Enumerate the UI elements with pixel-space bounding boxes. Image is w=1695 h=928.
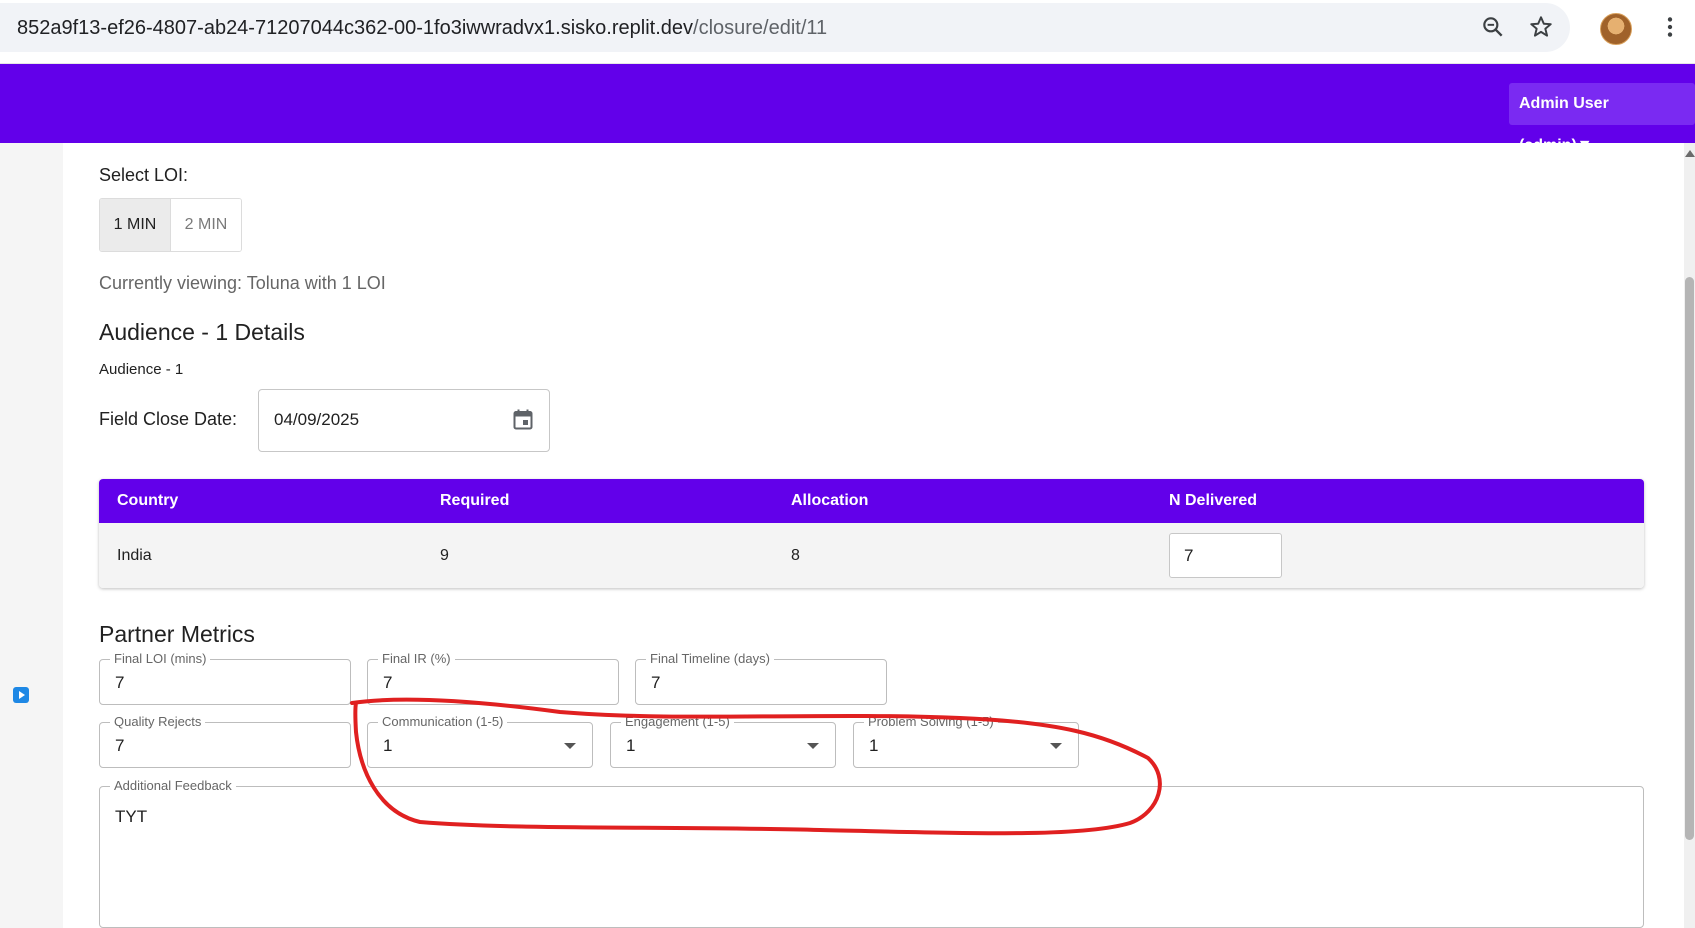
scroll-up-arrow-icon[interactable] bbox=[1685, 150, 1695, 157]
loi-option-1min[interactable]: 1 MIN bbox=[100, 199, 170, 251]
final-timeline-label: Final Timeline (days) bbox=[646, 651, 774, 667]
chevron-down-icon bbox=[564, 743, 576, 749]
engagement-select[interactable]: Engagement (1-5) 1 bbox=[610, 714, 836, 768]
zoom-icon[interactable] bbox=[1480, 14, 1506, 40]
additional-feedback-label: Additional Feedback bbox=[110, 778, 236, 794]
final-loi-label: Final LOI (mins) bbox=[110, 651, 211, 667]
viewing-status: Currently viewing: Toluna with 1 LOI bbox=[99, 273, 386, 293]
final-ir-field[interactable]: Final IR (%) 7 bbox=[367, 651, 619, 705]
select-loi-label: Select LOI: bbox=[99, 165, 189, 185]
star-icon[interactable] bbox=[1528, 14, 1554, 40]
col-n-delivered: N Delivered bbox=[1169, 492, 1258, 509]
col-allocation: Allocation bbox=[791, 492, 869, 509]
calendar-icon[interactable] bbox=[513, 409, 533, 430]
problem-solving-label: Problem Solving (1-5) bbox=[864, 714, 998, 730]
col-required: Required bbox=[440, 492, 510, 509]
audience-heading: Audience - 1 Details bbox=[99, 319, 305, 345]
final-timeline-field[interactable]: Final Timeline (days) 7 bbox=[635, 651, 887, 705]
menu-kebab-icon[interactable] bbox=[1657, 14, 1683, 40]
field-close-date-value: 04/09/2025 bbox=[274, 410, 360, 429]
table-header: Country Required Allocation N Delivered bbox=[99, 479, 1644, 523]
quality-rejects-value: 7 bbox=[115, 736, 125, 755]
col-country: Country bbox=[117, 492, 179, 509]
chevron-down-icon bbox=[1050, 743, 1062, 749]
additional-feedback-value: TYT bbox=[115, 807, 148, 826]
cell-country: India bbox=[117, 547, 152, 564]
cell-allocation: 8 bbox=[791, 547, 800, 564]
audience-subtitle: Audience - 1 bbox=[99, 361, 184, 378]
additional-feedback-textarea[interactable]: Additional Feedback TYT bbox=[99, 778, 1644, 928]
loi-toggle-group: 1 MIN 2 MIN bbox=[99, 198, 242, 252]
user-menu-button[interactable]: Admin User (admin)▼ bbox=[1509, 83, 1695, 154]
problem-solving-select[interactable]: Problem Solving (1-5) 1 bbox=[853, 714, 1079, 768]
loi-option-2min[interactable]: 2 MIN bbox=[170, 199, 241, 251]
final-loi-field[interactable]: Final LOI (mins) 7 bbox=[99, 651, 351, 705]
final-timeline-value: 7 bbox=[651, 673, 661, 692]
play-icon[interactable] bbox=[13, 687, 29, 703]
left-sidebar bbox=[0, 143, 63, 928]
final-ir-value: 7 bbox=[383, 673, 393, 692]
field-close-date-input[interactable]: 04/09/2025 bbox=[258, 389, 550, 452]
communication-value: 1 bbox=[383, 736, 393, 755]
chevron-down-icon bbox=[807, 743, 819, 749]
final-loi-value: 7 bbox=[115, 673, 125, 692]
quality-rejects-label: Quality Rejects bbox=[110, 714, 206, 730]
avatar[interactable] bbox=[1600, 13, 1632, 45]
quality-rejects-field[interactable]: Quality Rejects 7 bbox=[99, 714, 351, 768]
table-row: India 9 8 7 bbox=[99, 523, 1644, 588]
problem-solving-value: 1 bbox=[869, 736, 879, 755]
communication-select[interactable]: Communication (1-5) 1 bbox=[367, 714, 593, 768]
n-delivered-value: 7 bbox=[1184, 546, 1194, 565]
url-text: 852a9f13-ef26-4807-ab24-71207044c362-00-… bbox=[17, 17, 828, 39]
delivery-table: Country Required Allocation N Delivered … bbox=[99, 479, 1644, 588]
n-delivered-input[interactable]: 7 bbox=[1169, 533, 1282, 578]
communication-label: Communication (1-5) bbox=[378, 714, 508, 730]
engagement-value: 1 bbox=[626, 736, 636, 755]
app-header: Admin User (admin)▼ bbox=[0, 64, 1695, 154]
field-close-date-label: Field Close Date: bbox=[99, 409, 238, 429]
final-ir-label: Final IR (%) bbox=[378, 651, 455, 667]
browser-toolbar: 852a9f13-ef26-4807-ab24-71207044c362-00-… bbox=[0, 0, 1695, 64]
cell-required: 9 bbox=[440, 547, 449, 564]
partner-metrics-heading: Partner Metrics bbox=[99, 621, 255, 647]
scrollbar-thumb[interactable] bbox=[1685, 277, 1694, 840]
address-bar[interactable]: 852a9f13-ef26-4807-ab24-71207044c362-00-… bbox=[0, 3, 1570, 52]
engagement-label: Engagement (1-5) bbox=[621, 714, 734, 730]
